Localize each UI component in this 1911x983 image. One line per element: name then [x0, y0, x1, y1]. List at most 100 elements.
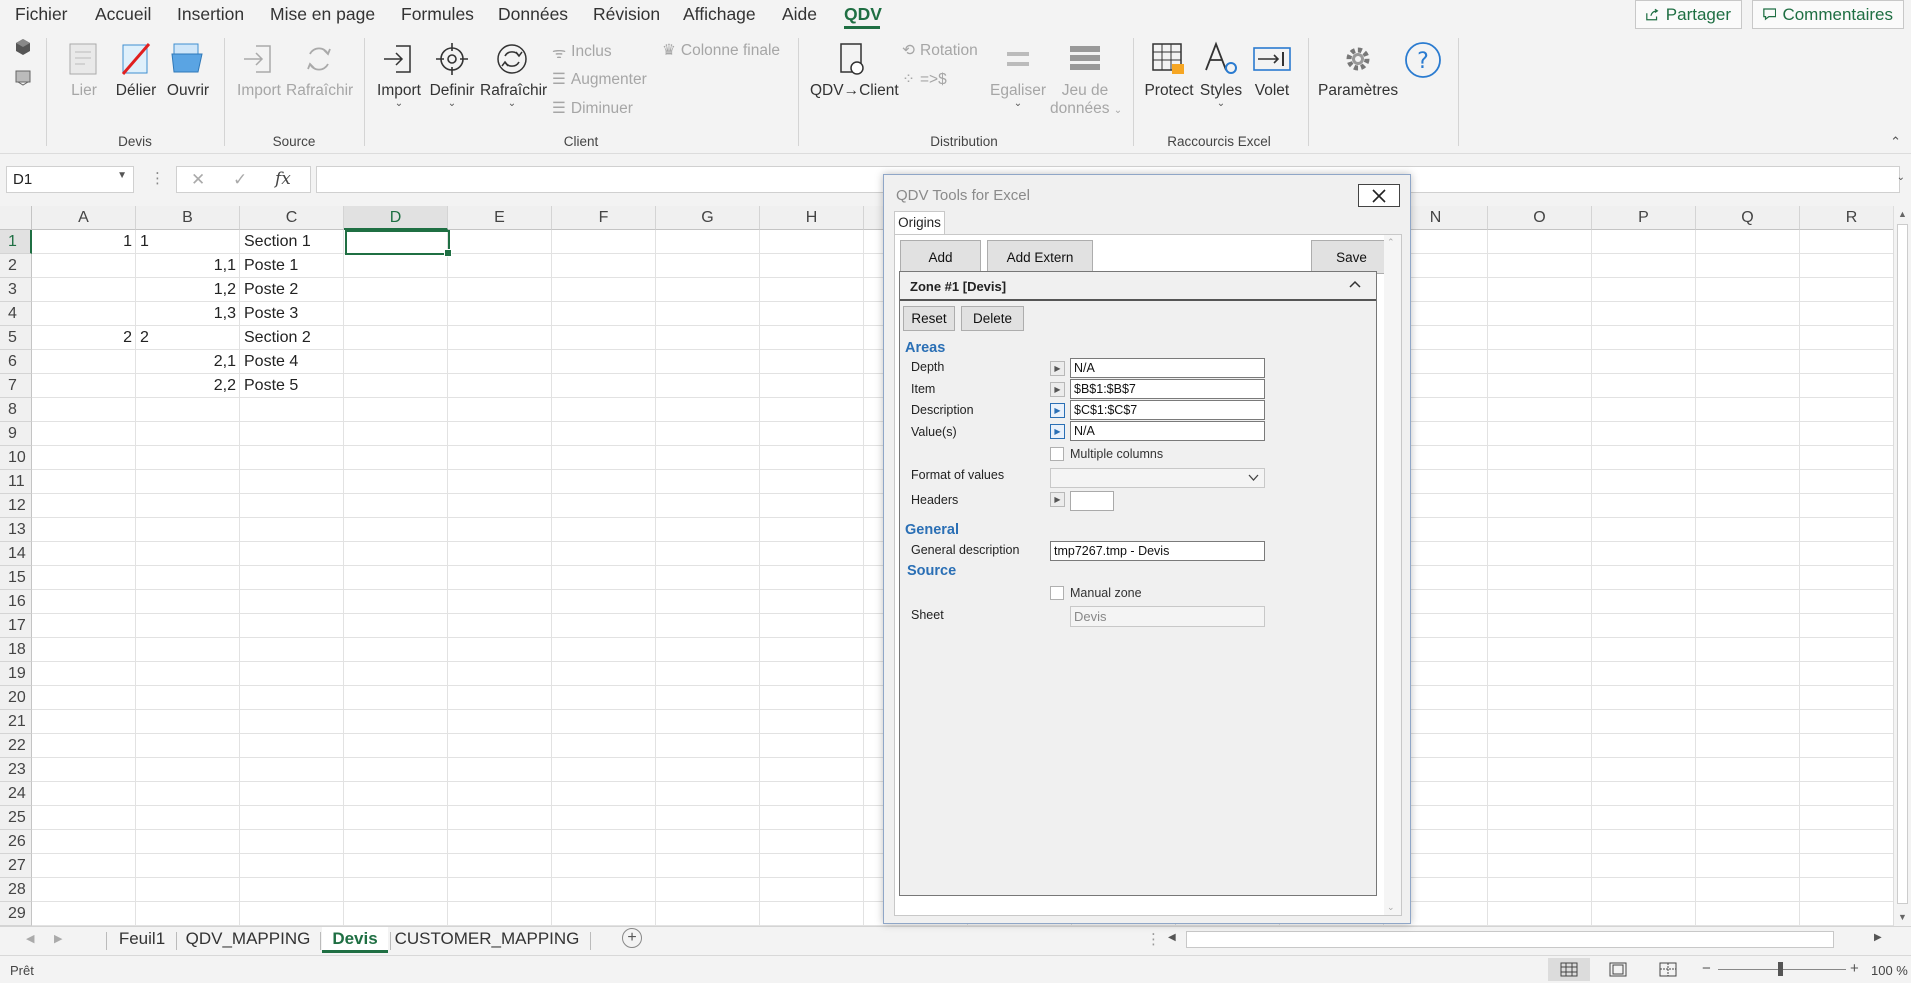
convert-dollar-button[interactable]: ⁘ =>$ — [902, 70, 947, 89]
collapse-ribbon-icon[interactable]: ⌃ — [1890, 134, 1901, 150]
sheet-tab-customer-mapping[interactable]: CUSTOMER_MAPPING — [392, 927, 582, 953]
menu-accueil[interactable]: Accueil — [95, 4, 151, 25]
row-header-22[interactable]: 22 — [0, 734, 32, 758]
headers-field[interactable] — [1070, 491, 1114, 511]
qdv-client-button[interactable]: QDV→Client — [810, 40, 899, 100]
source-import-button[interactable]: Import — [236, 40, 282, 100]
menu-mise-en-page[interactable]: Mise en page — [270, 4, 375, 25]
inclus-button[interactable]: ᯤ Inclus — [552, 41, 612, 63]
item-field[interactable]: $B$1:$B$7 — [1070, 379, 1265, 399]
cancel-icon[interactable]: ✕ — [191, 170, 205, 190]
row-header-21[interactable]: 21 — [0, 710, 32, 734]
row-header-29[interactable]: 29 — [0, 902, 32, 926]
row-header-18[interactable]: 18 — [0, 638, 32, 662]
jeu-de-donnees-button[interactable]: Jeu de données ⌄ — [1050, 40, 1122, 118]
column-header-e[interactable]: E — [448, 206, 552, 230]
cell-b5[interactable]: 2 — [140, 326, 149, 349]
normal-view-button[interactable] — [1548, 958, 1590, 981]
close-button[interactable] — [1358, 184, 1400, 207]
depth-field[interactable]: N/A — [1070, 358, 1265, 378]
menu-donnees[interactable]: Données — [498, 4, 568, 25]
column-header-d[interactable]: D — [344, 206, 448, 230]
scroll-up-icon[interactable]: ▲ — [1898, 209, 1907, 219]
parametres-button[interactable]: Paramètres — [1318, 40, 1398, 100]
scroll-up-icon[interactable]: ⌃ — [1387, 237, 1395, 248]
sheet-tab-devis[interactable]: Devis — [322, 927, 388, 953]
add-button[interactable]: Add — [900, 240, 981, 274]
menu-revision[interactable]: Révision — [593, 4, 660, 25]
help-icon[interactable]: ? — [1404, 41, 1442, 79]
row-header-8[interactable]: 8 — [0, 398, 32, 422]
column-header-g[interactable]: G — [656, 206, 760, 230]
ouvrir-button[interactable]: Ouvrir — [166, 40, 210, 100]
row-header-3[interactable]: 3 — [0, 278, 32, 302]
cell-c3[interactable]: Poste 2 — [244, 278, 298, 301]
row-header-1[interactable]: 1 — [0, 230, 32, 254]
depth-select-button[interactable]: ▶ — [1050, 361, 1065, 376]
row-header-15[interactable]: 15 — [0, 566, 32, 590]
row-header-12[interactable]: 12 — [0, 494, 32, 518]
scroll-down-icon[interactable]: ⌄ — [1387, 902, 1395, 913]
values-select-button[interactable]: ▶ — [1050, 424, 1065, 439]
column-header-o[interactable]: O — [1488, 206, 1592, 230]
name-box[interactable]: D1 ▼ — [6, 166, 134, 193]
styles-button[interactable]: Styles ⌄ — [1197, 40, 1245, 109]
vertical-scrollbar[interactable]: ▲ ▼ — [1893, 206, 1911, 928]
cell-c2[interactable]: Poste 1 — [244, 254, 298, 277]
check-icon[interactable]: ✓ — [233, 170, 247, 190]
protect-button[interactable]: Protect — [1143, 40, 1195, 100]
page-layout-icon[interactable] — [1609, 962, 1627, 977]
zoom-out-icon[interactable]: − — [1702, 960, 1711, 977]
expand-formula-icon[interactable]: ⌄ — [1897, 172, 1905, 183]
cell-c4[interactable]: Poste 3 — [244, 302, 298, 325]
zoom-level[interactable]: 100 % — [1871, 963, 1908, 978]
menu-insertion[interactable]: Insertion — [177, 4, 244, 25]
column-header-h[interactable]: H — [760, 206, 864, 230]
cell-c6[interactable]: Poste 4 — [244, 350, 298, 373]
column-header-c[interactable]: C — [240, 206, 344, 230]
row-header-28[interactable]: 28 — [0, 878, 32, 902]
row-header-6[interactable]: 6 — [0, 350, 32, 374]
save-button[interactable]: Save — [1311, 240, 1392, 274]
reset-button[interactable]: Reset — [903, 306, 955, 331]
source-refresh-button[interactable]: Rafraîchir — [286, 40, 353, 100]
values-field[interactable]: N/A — [1070, 421, 1265, 441]
menu-aide[interactable]: Aide — [782, 4, 817, 25]
zone-header[interactable]: Zone #1 [Devis] — [900, 272, 1376, 301]
zoom-in-icon[interactable]: + — [1850, 960, 1859, 977]
tab-splitter-icon[interactable]: ⋮ — [1146, 930, 1161, 948]
column-header-p[interactable]: P — [1592, 206, 1696, 230]
add-sheet-icon[interactable]: + — [622, 928, 642, 948]
egaliser-button[interactable]: Egaliser ⌄ — [990, 40, 1046, 109]
prev-sheet-icon[interactable]: ◀ — [26, 932, 34, 945]
delete-button[interactable]: Delete — [961, 306, 1024, 331]
multiple-columns-checkbox[interactable] — [1050, 447, 1064, 461]
fx-icon[interactable]: fx — [275, 169, 291, 189]
cell-c1[interactable]: Section 1 — [244, 230, 311, 253]
row-header-27[interactable]: 27 — [0, 854, 32, 878]
row-header-5[interactable]: 5 — [0, 326, 32, 350]
sheet-tab-feuil1[interactable]: Feuil1 — [108, 927, 176, 953]
description-select-button[interactable]: ▶ — [1050, 403, 1065, 418]
row-header-24[interactable]: 24 — [0, 782, 32, 806]
menu-formules[interactable]: Formules — [401, 4, 474, 25]
menu-affichage[interactable]: Affichage — [683, 4, 756, 25]
sheet-link-icon[interactable] — [14, 68, 32, 86]
column-header-q[interactable]: Q — [1696, 206, 1800, 230]
cell-b1[interactable]: 1 — [140, 230, 149, 253]
share-button[interactable]: Partager — [1635, 0, 1742, 29]
row-header-11[interactable]: 11 — [0, 470, 32, 494]
diminuer-button[interactable]: ☰ Diminuer — [552, 99, 633, 118]
scroll-thumb[interactable] — [1897, 224, 1908, 904]
row-header-4[interactable]: 4 — [0, 302, 32, 326]
row-header-14[interactable]: 14 — [0, 542, 32, 566]
augmenter-button[interactable]: ☰ Augmenter — [552, 70, 647, 89]
select-all-corner[interactable] — [0, 206, 32, 230]
format-select[interactable] — [1050, 468, 1265, 488]
column-header-b[interactable]: B — [136, 206, 240, 230]
row-header-9[interactable]: 9 — [0, 422, 32, 446]
cell-a1[interactable]: 1 — [32, 230, 132, 253]
cell-b4[interactable]: 1,3 — [136, 302, 236, 325]
menu-qdv[interactable]: QDV — [844, 4, 882, 25]
comments-button[interactable]: Commentaires — [1752, 0, 1904, 29]
